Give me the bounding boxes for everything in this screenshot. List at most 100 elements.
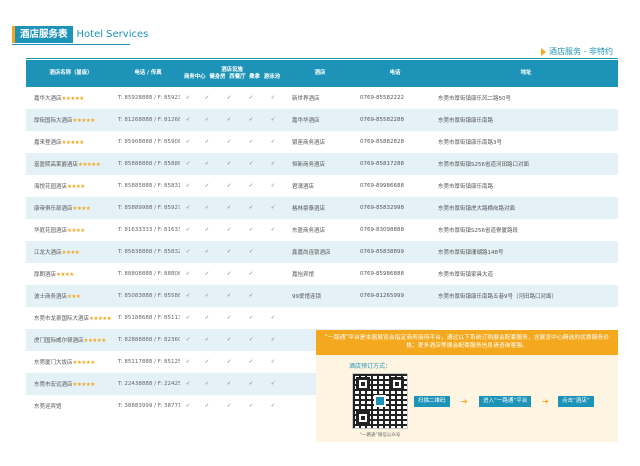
hotel-name: 海悦花园酒店	[34, 184, 68, 190]
star-rating: ★★★★★	[61, 96, 85, 102]
facility-western-check-icon: ✓	[226, 271, 232, 277]
facility-western-check-icon: ✓	[218, 197, 240, 219]
star-rating: ★★★★	[61, 250, 80, 256]
facility-pool-check-icon: ✓	[270, 95, 276, 101]
hotel-name-cell: 华庭花园酒店★★★★	[26, 219, 116, 241]
table-row: 江龙大酒店★★★★T: 85838888 / F: 85832788✓✓✓✓鑫嘉…	[26, 241, 619, 263]
facility-business-check-icon: ✓	[180, 153, 196, 175]
facility-sauna-check-icon: ✓	[248, 139, 254, 145]
arrow-right-icon: ➔	[461, 397, 468, 406]
hotel-name-cell: 江龙大酒店★★★★	[26, 241, 116, 263]
facility-western-check-icon: ✓	[226, 403, 232, 409]
hotel-name-cell: 虎门国际威尔顿酒店★★★★★	[26, 329, 116, 351]
facility-business-check-icon: ✓	[185, 139, 191, 145]
facility-business-check-icon: ✓	[185, 183, 191, 189]
facility-gym-check-icon: ✓	[204, 271, 210, 277]
right-hotel-name: 恒新商务酒店	[284, 153, 357, 175]
facilities-sub-labels: 商务中心 健身房 西餐厅 桑拿 游泳池	[180, 74, 284, 81]
facility-business-check-icon: ✓	[180, 329, 196, 351]
star-rating: ★★★★★	[72, 360, 96, 366]
table-header-row: 酒店名称（星级） 电话 / 传真 酒店设施 商务中心 健身房 西餐厅 桑拿 游泳…	[26, 60, 619, 87]
facility-sauna-check-icon: ✓	[240, 153, 262, 175]
facility-western-check-icon: ✓	[226, 183, 232, 189]
facility-gym-check-icon: ✓	[204, 315, 210, 321]
right-hotel-tel: 0769-85882828	[360, 139, 405, 145]
facility-business-check-icon: ✓	[180, 373, 196, 395]
hotel-tel: T: 81633333 / F: 81633322	[118, 227, 180, 233]
facility-pool-check-icon: ✓	[262, 373, 285, 395]
facility-gym-check-icon: ✓	[204, 403, 210, 409]
col-header-facilities: 酒店设施 商务中心 健身房 西餐厅 桑拿 游泳池	[180, 60, 285, 87]
right-hotel-name: 嘉华华酒店	[284, 109, 357, 131]
col-header-right-addr: 地址	[434, 60, 619, 87]
qr-logo-icon	[374, 395, 386, 407]
qr-finder-tl	[356, 377, 370, 391]
fac-header-gym: 健身房	[209, 73, 226, 80]
right-hotel-address: 东莞市厚街镇虎大路横岗路对面	[434, 197, 619, 219]
hotel-name: 波士商务酒店	[34, 294, 68, 300]
right-hotel-tel: 0769-85582288	[356, 109, 435, 131]
col-header-tel: 电话 / 传真	[116, 60, 180, 87]
triangle-icon	[541, 47, 546, 56]
right-hotel-address: 东莞市厚街镇家具大道	[438, 272, 494, 278]
facility-gym-check-icon: ✓	[196, 329, 218, 351]
qr-code[interactable]	[352, 373, 408, 429]
facility-western-check-icon: ✓	[226, 95, 232, 101]
hotel-name-cell: 厚朗酒店★★★★	[26, 263, 116, 285]
right-hotel-tel: 0769-85838899	[356, 241, 435, 263]
hotel-name-cell: 东莞厦门大饭店★★★★★	[26, 351, 116, 373]
facility-business-check-icon: ✓	[185, 403, 191, 409]
hotel-name: 东莞市龙泉国际大酒店	[34, 316, 90, 322]
qr-finder-bl	[356, 411, 370, 425]
right-hotel-address: 东莞市厚街镇康乐南路五巷9号（河田路口对面）	[434, 285, 619, 307]
fac-header-pool: 游泳池	[263, 73, 280, 80]
fac-header-business: 商务中心	[184, 73, 206, 80]
facility-western-check-icon: ✓	[218, 373, 240, 395]
table-row: 嘉来登酒店★★★★★T: 85908888 / F: 85908888✓✓✓✓✓…	[26, 131, 618, 153]
right-hotel-name: 格林豪泰酒店	[284, 197, 357, 219]
facility-western-check-icon: ✓	[226, 359, 232, 365]
facility-gym-check-icon: ✓	[196, 153, 218, 175]
hotel-tel: T: 85188688 / F: 85113855	[118, 315, 180, 321]
facility-pool-empty	[262, 241, 285, 263]
hotel-tel: T: 85908888 / F: 85908888	[118, 139, 180, 145]
star-rating: ★★★★	[67, 184, 85, 190]
right-hotel-tel: 0769-85582222	[360, 95, 405, 101]
facility-western-check-icon: ✓	[218, 329, 240, 351]
hotel-name-cell: 富盈熙高莱爵酒店★★★★★	[26, 153, 116, 175]
facility-pool-check-icon: ✓	[270, 315, 276, 321]
hotel-name: 厚朗酒店	[34, 272, 57, 278]
hotel-name: 康帝俱乐部酒店	[34, 206, 73, 212]
step-click-hotel: 点击“酒店”	[558, 396, 594, 407]
right-hotel-address: 东莞市厚街镇康乐南路3号	[438, 140, 503, 146]
facility-business-check-icon: ✓	[185, 315, 191, 321]
right-hotel-tel: 0769-85832998	[356, 197, 435, 219]
hotel-name-cell: 海悦花园酒店★★★★	[26, 175, 116, 197]
facilities-group-label: 酒店设施	[221, 66, 243, 73]
table-row: 厚朗酒店★★★★T: 88808888 / F: 88808899✓✓✓✓嘉怡宾…	[26, 263, 618, 285]
facility-pool-check-icon: ✓	[270, 183, 276, 189]
hotel-tel: T: 81268888 / F: 81268888	[116, 109, 180, 131]
qr-finder-tr	[390, 377, 404, 391]
table-row: 海悦花园酒店★★★★T: 85885888 / F: 85831837✓✓✓✓✓…	[26, 175, 618, 197]
hotel-tel: T: 85928888 / F: 85923888	[118, 95, 180, 101]
star-rating: ★★★	[67, 294, 81, 300]
table-row: 波士商务酒店★★★T: 85083888 / F: 85588008✓✓✓✓99…	[26, 285, 619, 307]
hotel-name: 江龙大酒店	[34, 250, 62, 256]
hotel-tel: T: 22438888 / F: 22425553	[116, 373, 180, 395]
hotel-name-cell: 波士商务酒店★★★	[26, 285, 116, 307]
facility-business-check-icon: ✓	[185, 271, 191, 277]
table-row: 东莞市龙泉国际大酒店★★★★★ T: 85188688 / F: 85113855…	[26, 307, 618, 329]
facility-pool-check-icon: ✓	[270, 227, 276, 233]
booking-notice: “一路通”平台是本届展览会指定商务接待平台，通过以下系统订购展会配套服务，含展览…	[316, 330, 618, 355]
right-hotel-address: 东莞市厚街镇康乐南路	[434, 109, 619, 131]
facility-business-check-icon: ✓	[180, 109, 196, 131]
star-rating: ★★★★★	[89, 316, 112, 322]
title-underline	[12, 44, 130, 45]
hotel-name-cell: 康帝俱乐部酒店★★★★	[26, 197, 116, 219]
hotel-name-cell: 东莞市宏远酒店★★★★★	[26, 373, 116, 395]
table-row: 康帝俱乐部酒店★★★★T: 85889988 / F: 85927666✓✓✓✓…	[26, 197, 619, 219]
facility-gym-check-icon: ✓	[204, 183, 210, 189]
hotel-tel: T: 85888888 / F: 85888889	[116, 153, 180, 175]
right-hotel-address: 东莞市厚街镇康乐南路	[438, 184, 494, 190]
